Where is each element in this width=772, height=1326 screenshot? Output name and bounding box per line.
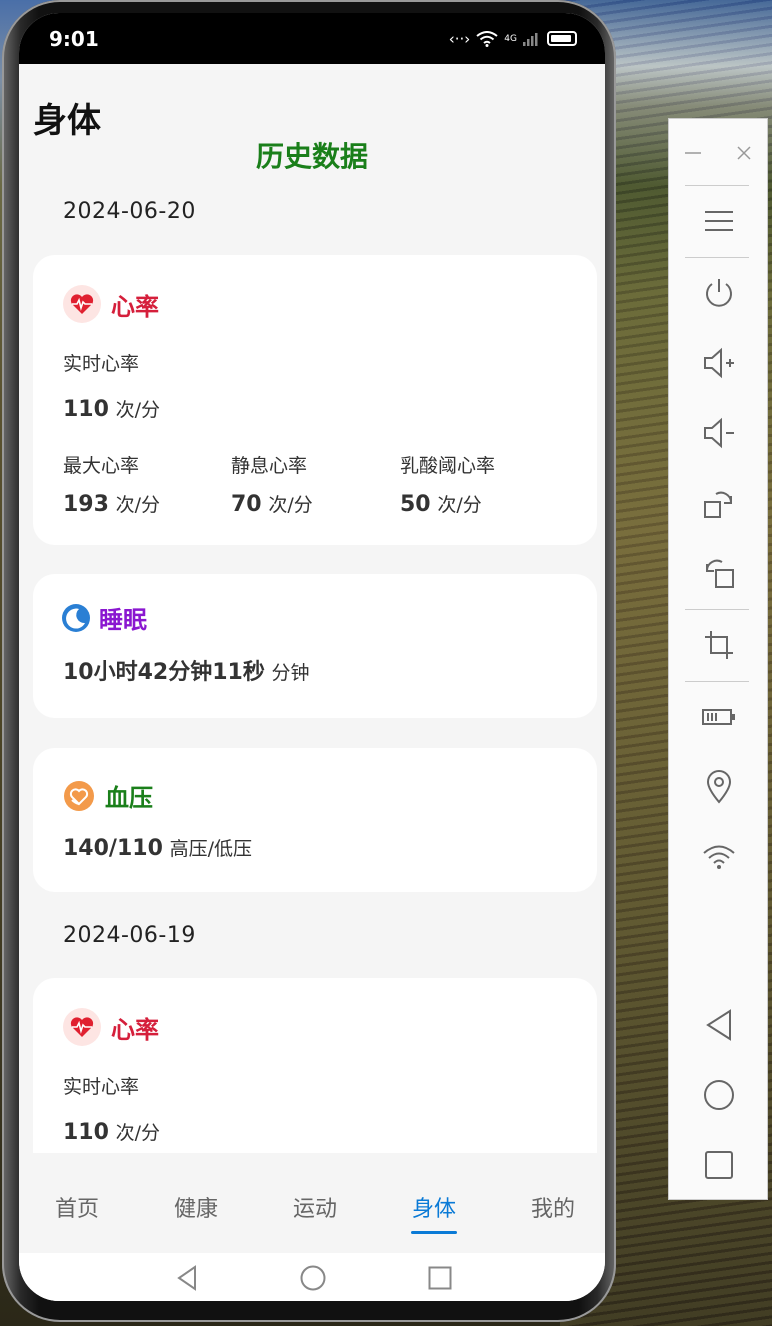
phone-frame: 9:01 ‹··› 4G 身体 历史数据 2024-06-20 心率 实时心率 … bbox=[2, 0, 616, 1322]
unit-label: 次/分 bbox=[268, 494, 313, 516]
menu-button[interactable] bbox=[669, 197, 769, 245]
divider bbox=[685, 257, 749, 258]
wifi-icon bbox=[703, 845, 735, 869]
card-title: 心率 bbox=[111, 292, 159, 321]
max-value: 193 次/分 bbox=[63, 490, 160, 517]
rotate-left-icon bbox=[706, 559, 734, 588]
battery-button[interactable] bbox=[669, 693, 769, 741]
realtime-value: 110 次/分 bbox=[63, 1118, 160, 1145]
unit-label: 次/分 bbox=[115, 1122, 161, 1144]
bottom-tab-bar: 首页 健康 运动 身体 我的 bbox=[19, 1153, 605, 1253]
tab-body[interactable]: 身体 bbox=[394, 1191, 474, 1223]
home-icon[interactable] bbox=[300, 1265, 326, 1291]
unit-label: 次/分 bbox=[437, 494, 482, 516]
unit-label: 高压/低压 bbox=[169, 838, 252, 860]
sleep-duration: 10小时42分钟11秒 bbox=[63, 660, 265, 685]
card-header: z 睡眠 bbox=[61, 600, 147, 635]
volume-down-icon bbox=[704, 417, 734, 449]
unit-label: 次/分 bbox=[115, 399, 161, 421]
heart-rate-card[interactable]: 心率 实时心率 110 次/分 最大心率 193 次/分 静息心率 70 次/分… bbox=[33, 255, 597, 545]
moon-icon: z bbox=[62, 603, 90, 632]
recents-icon bbox=[705, 1151, 733, 1179]
close-icon bbox=[737, 146, 751, 160]
svg-text:z: z bbox=[78, 610, 82, 618]
heart-icon bbox=[63, 285, 101, 323]
realtime-number: 110 bbox=[63, 1120, 109, 1145]
active-tab-indicator bbox=[411, 1231, 457, 1234]
recents-button[interactable] bbox=[669, 1141, 769, 1189]
bp-reading: 140/110 bbox=[63, 836, 163, 861]
location-icon bbox=[706, 770, 732, 804]
heart-rate-card[interactable]: 心率 实时心率 110 次/分 bbox=[33, 978, 597, 1178]
lactate-label: 乳酸阈心率 bbox=[400, 455, 496, 477]
power-icon bbox=[706, 279, 732, 307]
realtime-label: 实时心率 bbox=[63, 1076, 140, 1098]
emulator-toolbar bbox=[668, 118, 768, 1200]
max-label: 最大心率 bbox=[63, 455, 140, 477]
menu-icon bbox=[705, 211, 733, 231]
rotate-right-button[interactable] bbox=[669, 479, 769, 527]
rest-label: 静息心率 bbox=[231, 455, 308, 477]
back-icon bbox=[706, 1009, 731, 1041]
card-header: 心率 bbox=[63, 285, 159, 323]
volume-up-button[interactable] bbox=[669, 339, 769, 387]
divider bbox=[685, 681, 749, 682]
card-title: 心率 bbox=[111, 1015, 159, 1044]
lactate-value: 50 次/分 bbox=[400, 490, 482, 517]
bp-value: 140/110 高压/低压 bbox=[63, 834, 252, 861]
realtime-number: 110 bbox=[63, 397, 109, 422]
unit-label: 次/分 bbox=[115, 494, 161, 516]
blood-pressure-icon bbox=[64, 780, 94, 811]
realtime-value: 110 次/分 bbox=[63, 395, 160, 422]
tab-health[interactable]: 健康 bbox=[156, 1191, 236, 1223]
blood-pressure-card[interactable]: 血压 140/110 高压/低压 bbox=[33, 748, 597, 892]
rest-number: 70 bbox=[231, 492, 262, 517]
date-label: 2024-06-20 bbox=[63, 199, 196, 224]
lactate-number: 50 bbox=[400, 492, 431, 517]
section-title: 历史数据 bbox=[255, 140, 368, 173]
back-button[interactable] bbox=[669, 1001, 769, 1049]
minimize-icon bbox=[685, 152, 701, 154]
date-label: 2024-06-19 bbox=[63, 923, 196, 948]
crop-button[interactable] bbox=[669, 621, 769, 669]
power-button[interactable] bbox=[669, 269, 769, 317]
battery-icon bbox=[702, 709, 735, 725]
volume-down-button[interactable] bbox=[669, 409, 769, 457]
phone-screen: 9:01 ‹··› 4G 身体 历史数据 2024-06-20 心率 实时心率 … bbox=[19, 13, 605, 1301]
system-nav-bar bbox=[19, 1253, 605, 1301]
home-button[interactable] bbox=[669, 1071, 769, 1119]
sleep-card[interactable]: z 睡眠 10小时42分钟11秒 分钟 bbox=[33, 574, 597, 718]
location-button[interactable] bbox=[669, 763, 769, 811]
realtime-label: 实时心率 bbox=[63, 353, 140, 375]
tab-sport[interactable]: 运动 bbox=[275, 1191, 355, 1223]
heart-icon bbox=[63, 1008, 101, 1046]
card-header: 心率 bbox=[63, 1008, 159, 1046]
card-header: 血压 bbox=[63, 778, 153, 813]
rotate-right-icon bbox=[704, 491, 732, 518]
sleep-value: 10小时42分钟11秒 分钟 bbox=[63, 654, 310, 686]
recents-icon[interactable] bbox=[428, 1266, 452, 1290]
volume-up-icon bbox=[704, 347, 734, 379]
unit-label: 分钟 bbox=[271, 662, 310, 684]
crop-icon bbox=[705, 631, 733, 659]
divider bbox=[685, 609, 749, 610]
card-title: 血压 bbox=[105, 784, 153, 812]
card-title: 睡眠 bbox=[99, 606, 147, 634]
tab-mine[interactable]: 我的 bbox=[513, 1191, 593, 1223]
content-scroll[interactable]: 身体 历史数据 2024-06-20 心率 实时心率 110 次/分 最大心率 … bbox=[19, 13, 605, 1178]
rest-value: 70 次/分 bbox=[231, 490, 313, 517]
close-button[interactable] bbox=[719, 129, 769, 177]
max-number: 193 bbox=[63, 492, 109, 517]
rotate-left-button[interactable] bbox=[669, 549, 769, 597]
back-icon[interactable] bbox=[175, 1265, 199, 1291]
home-icon bbox=[704, 1080, 734, 1110]
tab-home[interactable]: 首页 bbox=[37, 1191, 117, 1223]
divider bbox=[685, 185, 749, 186]
wifi-button[interactable] bbox=[669, 833, 769, 881]
